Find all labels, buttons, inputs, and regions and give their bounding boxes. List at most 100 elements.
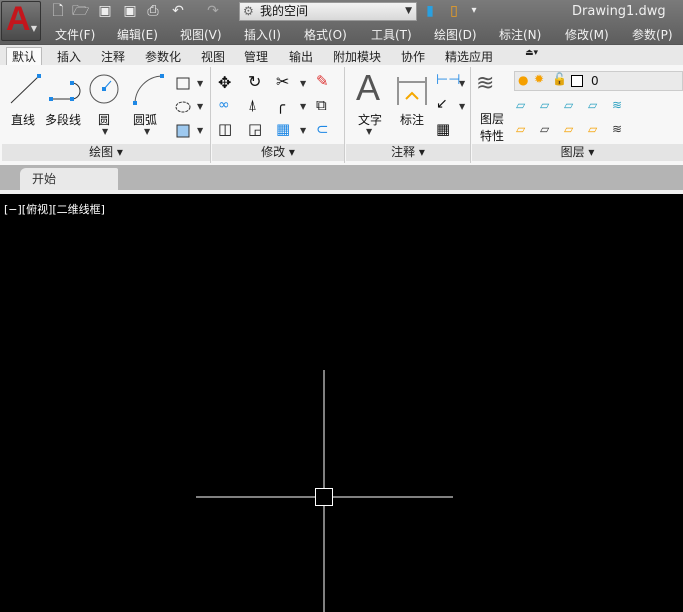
- chevron-down-icon[interactable]: ▼: [300, 102, 306, 111]
- tab-collaborate[interactable]: 协作: [401, 48, 425, 65]
- dimension-tool-label[interactable]: 标注: [400, 111, 424, 128]
- menu-tools[interactable]: 工具(T): [371, 26, 412, 43]
- stretch-icon[interactable]: ◫: [218, 120, 232, 138]
- layer-freeze-icon[interactable]: ⏥: [564, 98, 573, 112]
- circle-tool-label[interactable]: 圆: [98, 111, 110, 128]
- layer-thaw-icon[interactable]: ⏥: [564, 122, 573, 136]
- linear-dimension-icon[interactable]: ⊢⊣: [436, 72, 460, 88]
- tab-default[interactable]: 默认: [6, 47, 43, 66]
- chevron-down-icon[interactable]: ▼: [459, 79, 465, 88]
- plot-icon[interactable]: ⎙: [145, 3, 161, 19]
- ribbon-minimize-icon[interactable]: ⏏▾: [525, 48, 538, 58]
- layer-match-icon[interactable]: ≋: [612, 122, 622, 136]
- layer-dropdown[interactable]: ● ✹ 🔓 0: [514, 71, 683, 91]
- chevron-down-icon[interactable]: ▼: [197, 126, 203, 135]
- tab-insert[interactable]: 插入: [57, 48, 81, 65]
- modify-panel-title[interactable]: 修改 ▾: [212, 144, 344, 161]
- make-current-icon[interactable]: ≋: [612, 98, 622, 112]
- save-as-icon[interactable]: ▣: [122, 3, 138, 19]
- menu-parameters[interactable]: 参数(P): [632, 26, 673, 43]
- draw-panel-title[interactable]: 绘图 ▾: [2, 144, 210, 161]
- layer-isolate-icon[interactable]: ⏥: [540, 98, 549, 112]
- tab-addins[interactable]: 附加模块: [333, 48, 381, 65]
- menu-format[interactable]: 格式(O): [304, 26, 347, 43]
- chevron-down-icon[interactable]: ▼: [300, 126, 306, 135]
- layer-properties-icon[interactable]: ≋: [476, 71, 494, 96]
- tab-featured-apps[interactable]: 精选应用: [445, 48, 493, 65]
- chevron-down-icon[interactable]: ▼: [102, 127, 108, 136]
- table-icon[interactable]: ▦: [436, 120, 450, 138]
- tab-manage[interactable]: 管理: [244, 48, 268, 65]
- arc-icon: [133, 74, 164, 105]
- layer-properties-label-2[interactable]: 特性: [480, 127, 504, 144]
- chevron-down-icon[interactable]: ▼: [144, 127, 150, 136]
- drawing-canvas[interactable]: [0, 194, 683, 612]
- chevron-down-icon[interactable]: ▼: [197, 102, 203, 111]
- new-icon[interactable]: 🗋: [50, 3, 66, 19]
- menu-dimension[interactable]: 标注(N): [499, 26, 541, 43]
- erase-icon[interactable]: ✎: [316, 72, 329, 90]
- mobile-icon[interactable]: ▯: [446, 3, 462, 19]
- scale-icon[interactable]: ◲: [248, 120, 262, 138]
- array-icon[interactable]: ▦: [276, 120, 290, 138]
- layer-off-icon[interactable]: ⏥: [516, 98, 525, 112]
- arc-tool-label[interactable]: 圆弧: [133, 111, 157, 128]
- layers-panel-title[interactable]: 图层 ▾: [472, 144, 683, 161]
- annotation-panel-label: 注释: [391, 145, 416, 159]
- menu-insert[interactable]: 插入(I): [244, 26, 281, 43]
- draw-panel: 直线 多段线 圆 圆弧 ▼ ▼ ▼ ▼ ▼ 绘图 ▾: [2, 67, 211, 163]
- hatch-icon[interactable]: [174, 122, 192, 140]
- ribbon-tabs: 默认 插入 注释 参数化 视图 管理 输出 附加模块 协作 精选应用 ⏏▾: [0, 44, 683, 66]
- file-tab-start[interactable]: 开始: [20, 168, 118, 190]
- chevron-down-icon[interactable]: ▼: [459, 102, 465, 111]
- dimension-icon[interactable]: [396, 75, 428, 107]
- menu-file[interactable]: 文件(F): [55, 26, 95, 43]
- leader-icon[interactable]: ↙: [436, 96, 448, 112]
- viewport-controls[interactable]: [−][俯视][二维线框]: [4, 201, 105, 217]
- menu-draw[interactable]: 绘图(D): [434, 26, 477, 43]
- layers-panel-label: 图层: [560, 145, 585, 159]
- gear-icon: ⚙: [243, 4, 254, 18]
- undo-icon[interactable]: ↶: [170, 3, 186, 19]
- layer-on-icon[interactable]: ⏥: [516, 122, 525, 136]
- text-tool-label[interactable]: 文字: [358, 111, 382, 128]
- rotate-icon[interactable]: ↻: [248, 72, 261, 91]
- menu-edit[interactable]: 编辑(E): [117, 26, 158, 43]
- chevron-down-icon: ▼: [405, 6, 412, 16]
- menu-view[interactable]: 视图(V): [180, 26, 222, 43]
- save-icon[interactable]: ▣: [97, 3, 113, 19]
- text-icon[interactable]: A: [356, 67, 380, 109]
- redo-icon[interactable]: ↷: [205, 3, 221, 19]
- open-icon[interactable]: 🗁: [72, 3, 89, 19]
- layer-lock-icon[interactable]: ⏥: [588, 98, 597, 112]
- layer-color-swatch: [571, 75, 583, 87]
- trim-icon[interactable]: ✂: [276, 72, 289, 91]
- share-icon[interactable]: ▮: [422, 3, 438, 19]
- current-layer-name: 0: [591, 74, 599, 88]
- customize-quick-access-icon[interactable]: ▾: [466, 3, 482, 19]
- annotation-panel-title[interactable]: 注释 ▾: [346, 144, 470, 161]
- layer-unlock-icon[interactable]: ⏥: [588, 122, 597, 136]
- rectangle-icon[interactable]: [174, 75, 192, 93]
- tab-parametric[interactable]: 参数化: [145, 48, 181, 65]
- explode-icon[interactable]: ⧉: [316, 96, 327, 114]
- tab-annotate[interactable]: 注释: [101, 48, 125, 65]
- chevron-down-icon[interactable]: ▼: [300, 79, 306, 88]
- sun-icon: ✹: [534, 72, 545, 86]
- polyline-tool-label[interactable]: 多段线: [45, 111, 81, 128]
- layer-properties-label-1[interactable]: 图层: [480, 110, 504, 127]
- copy-icon[interactable]: ∞: [218, 97, 230, 113]
- menu-modify[interactable]: 修改(M): [565, 26, 609, 43]
- mirror-icon[interactable]: ⍋: [248, 96, 257, 114]
- move-icon[interactable]: ✥: [218, 73, 231, 92]
- line-tool-label[interactable]: 直线: [11, 111, 35, 128]
- tab-view[interactable]: 视图: [201, 48, 225, 65]
- layer-unisolate-icon[interactable]: ⏥: [540, 122, 549, 136]
- workspace-dropdown[interactable]: ⚙ 我的空间 ▼: [239, 2, 417, 21]
- chevron-down-icon[interactable]: ▼: [366, 127, 372, 136]
- tab-output[interactable]: 输出: [289, 48, 313, 65]
- fillet-icon[interactable]: ╭: [276, 96, 285, 114]
- chevron-down-icon[interactable]: ▼: [197, 79, 203, 88]
- offset-icon[interactable]: ⊂: [316, 120, 329, 138]
- ellipse-icon[interactable]: [174, 98, 192, 116]
